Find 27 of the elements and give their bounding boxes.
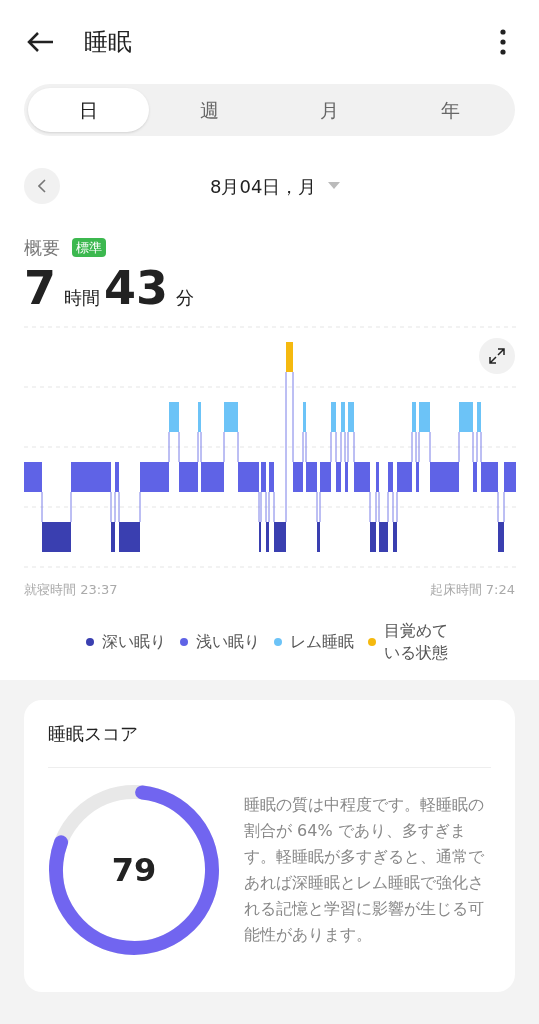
period-tab[interactable]: 週 bbox=[148, 88, 270, 132]
more-icon bbox=[500, 29, 506, 55]
summary-label: 概要 bbox=[24, 236, 60, 260]
bedtime-label: 就寝時間 23:37 bbox=[24, 581, 118, 599]
expand-button[interactable] bbox=[479, 338, 515, 374]
score-value: 79 bbox=[111, 853, 157, 886]
period-tab[interactable]: 日 bbox=[28, 88, 149, 132]
chevron-left-icon bbox=[38, 179, 46, 193]
hours-unit: 時間 bbox=[64, 286, 100, 310]
back-arrow-icon bbox=[26, 31, 54, 53]
expand-icon bbox=[489, 348, 505, 364]
page-title: 睡眠 bbox=[84, 27, 132, 58]
status-badge: 標準 bbox=[72, 237, 106, 258]
card-title: 睡眠スコア bbox=[48, 699, 491, 768]
hours-value: 7 bbox=[24, 265, 56, 311]
minutes-unit: 分 bbox=[176, 286, 195, 310]
period-tab[interactable]: 月 bbox=[269, 88, 391, 132]
legend-label: レム睡眠 bbox=[289, 630, 354, 653]
period-tab[interactable]: 年 bbox=[390, 88, 511, 132]
score-description: 睡眠の質は中程度です。軽睡眠の割合が 64% であり、多すぎます。軽睡眠が多すぎると、通常であれば深睡眠とレム睡眠で強化される記憶と学習に影響が生じる可能性があります。 bbox=[244, 793, 485, 946]
date-selector[interactable]: 8月04日，月 bbox=[210, 172, 341, 200]
dropdown-triangle-icon bbox=[328, 182, 341, 190]
wake-time-label: 起床時間 7:24 bbox=[429, 581, 515, 599]
legend-label: 浅い眠り bbox=[195, 630, 260, 653]
minutes-value: 43 bbox=[104, 265, 169, 311]
legend-label: 深い眠り bbox=[101, 630, 166, 653]
legend-label: 目覚めている状態 bbox=[383, 619, 449, 664]
